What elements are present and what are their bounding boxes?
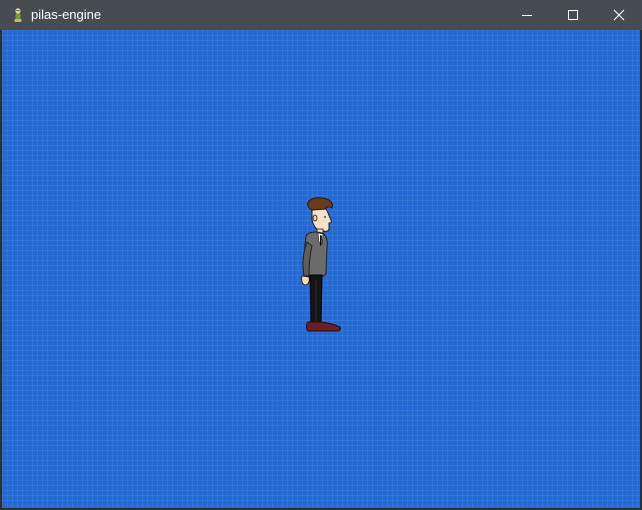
close-button[interactable]: [596, 0, 642, 30]
man-in-suit-sprite[interactable]: [296, 196, 342, 338]
pilas-logo-icon: [11, 7, 25, 23]
minimize-icon: [521, 9, 533, 21]
title-bar[interactable]: pilas-engine: [0, 0, 642, 30]
close-icon: [613, 9, 625, 21]
minimize-button[interactable]: [504, 0, 550, 30]
game-canvas[interactable]: [2, 30, 640, 508]
app-window: pilas-engine: [0, 0, 642, 510]
window-title: pilas-engine: [31, 7, 102, 22]
maximize-icon: [567, 9, 579, 21]
maximize-button[interactable]: [550, 0, 596, 30]
